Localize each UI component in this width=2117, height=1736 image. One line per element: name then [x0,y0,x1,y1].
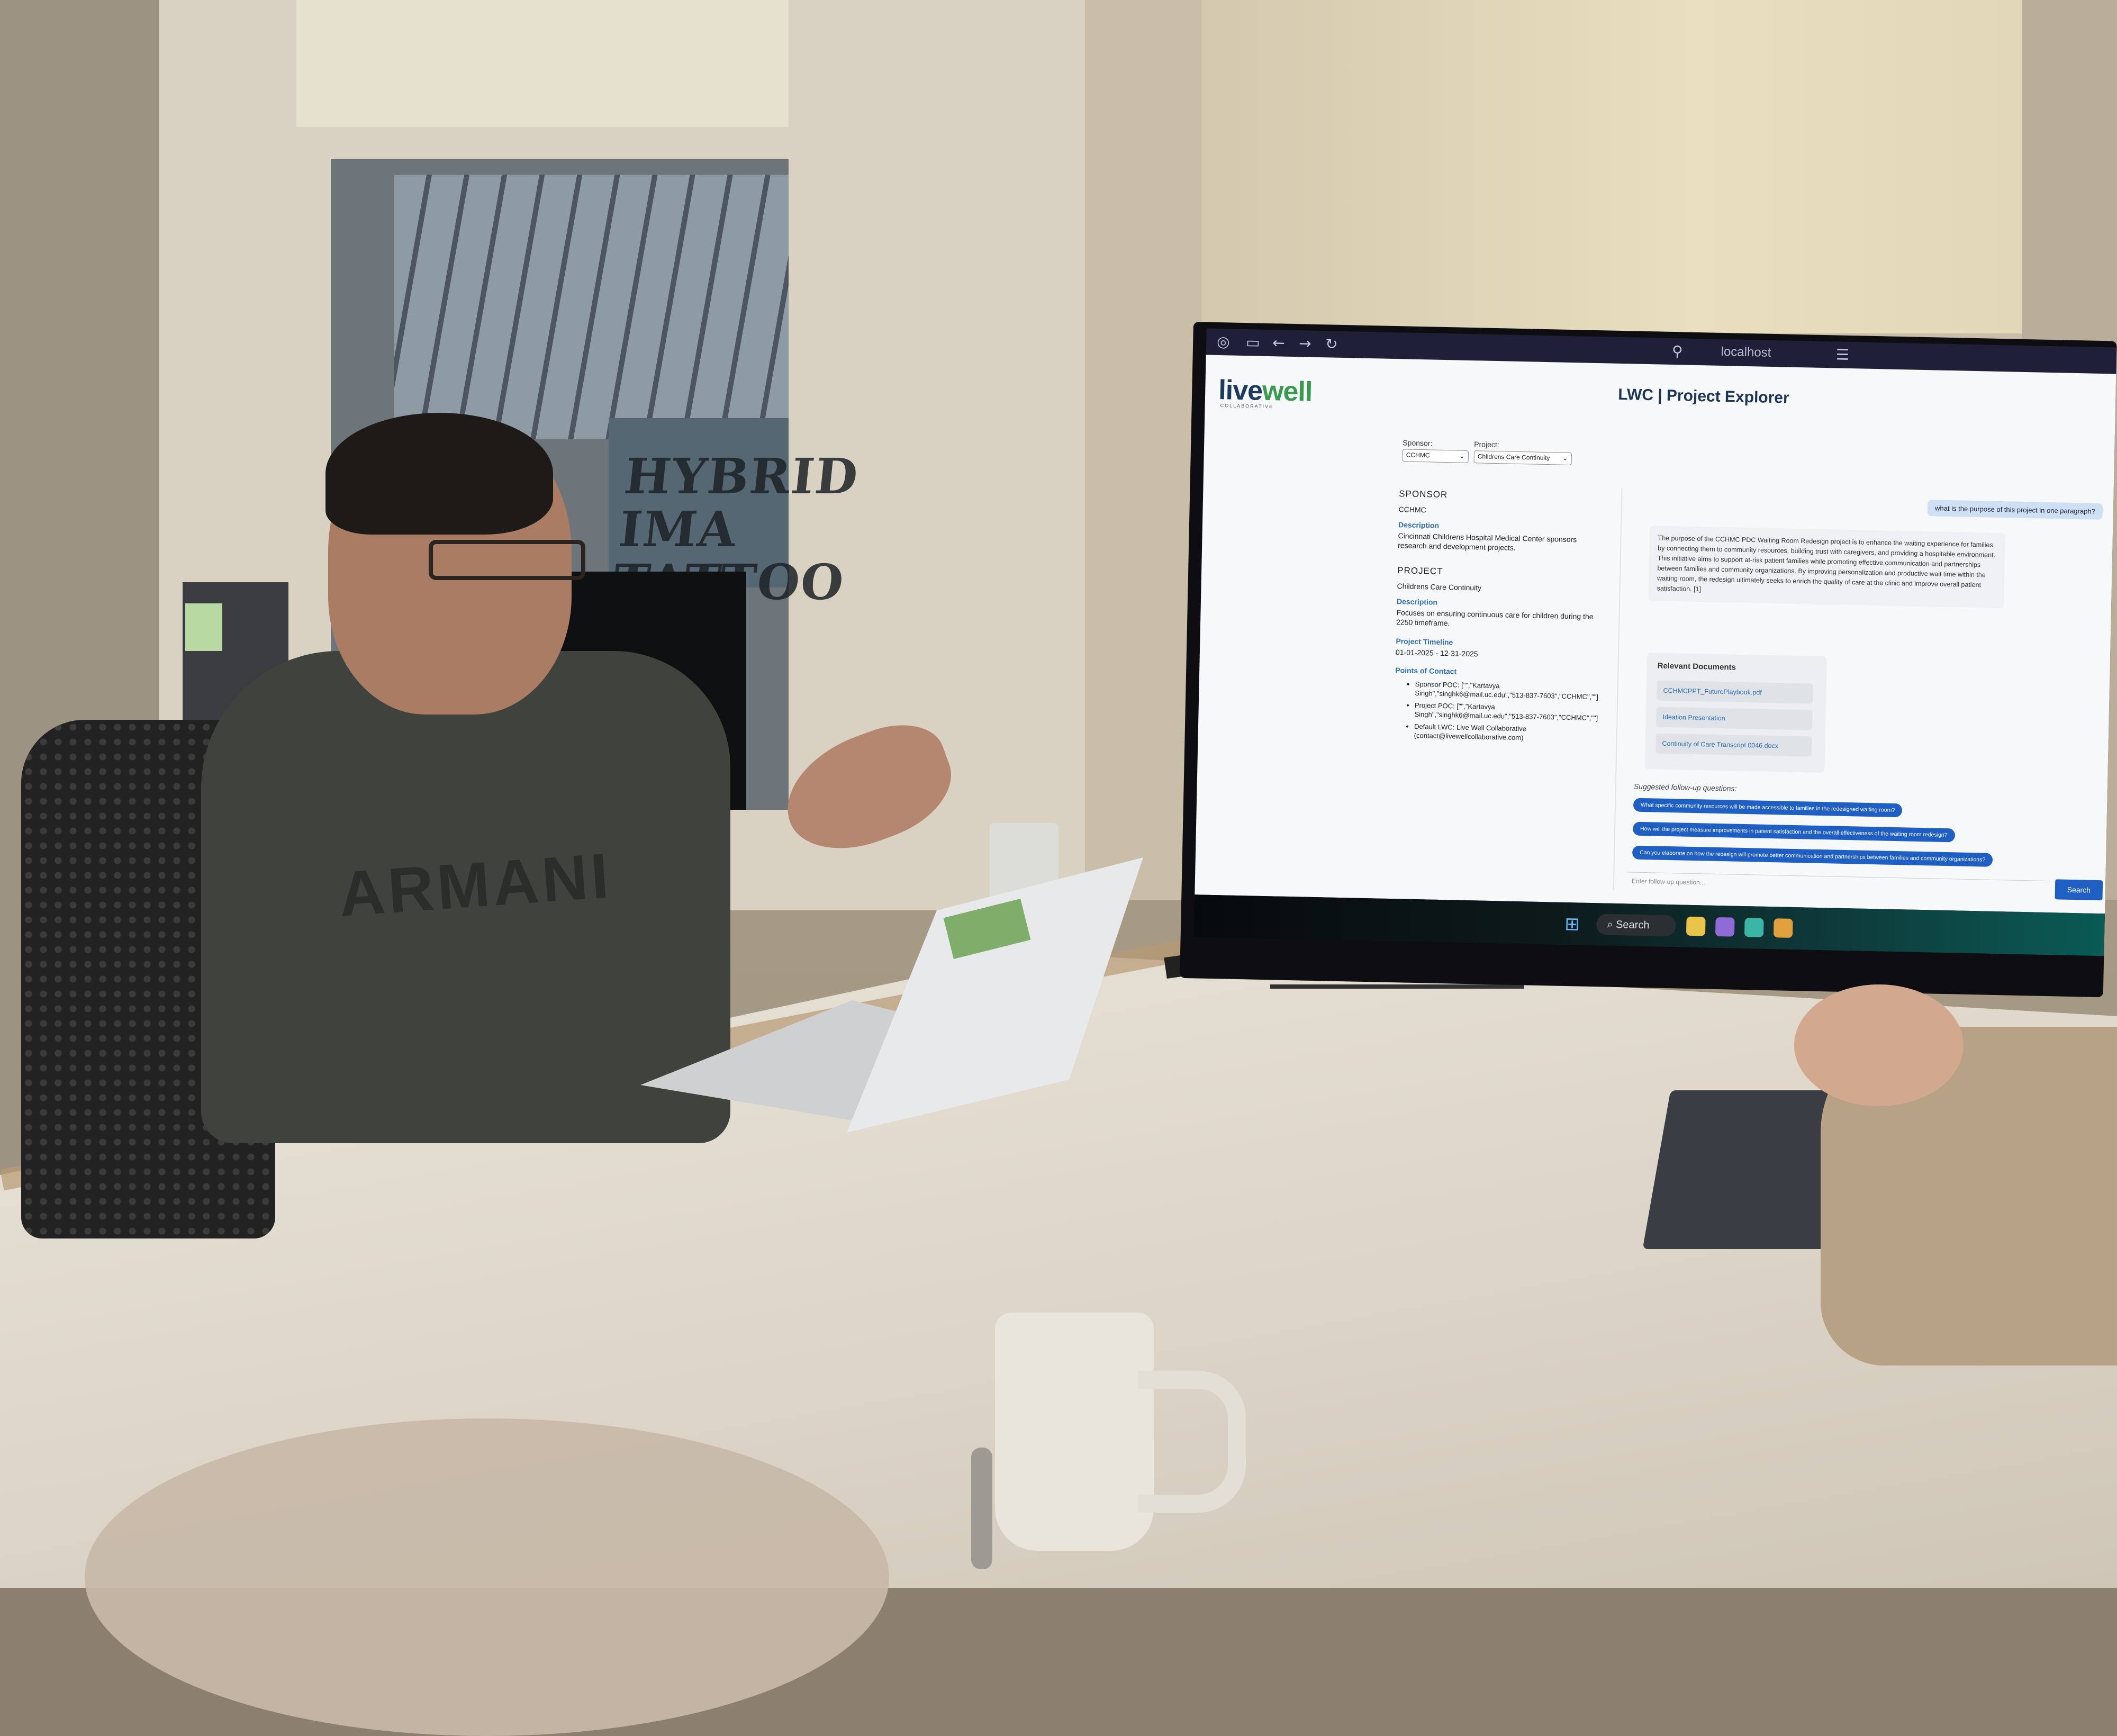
relevant-documents-title: Relevant Documents [1657,661,1736,672]
relevant-documents-box: Relevant Documents CCHMCPPT_FuturePlaybo… [1644,653,1828,773]
app-icon[interactable] [1744,918,1764,937]
document-link[interactable]: Ideation Presentation [1656,707,1813,730]
project-name: Childrens Care Continuity [1397,582,1482,592]
project-description: Focuses on ensuring continuous care for … [1396,608,1594,628]
app-icon[interactable] [1715,917,1735,937]
app-screen: livewell COLLABORATIVE LWC | Project Exp… [1195,355,2116,914]
assistant-message-bubble: The purpose of the CCHMC PDC Waiting Roo… [1648,526,2005,609]
project-label: Project: [1474,440,1499,449]
chevron-down-icon: ⌄ [1562,454,1568,462]
sponsor-description-label: Description [1398,520,1440,530]
followup-question-input[interactable]: Enter follow-up question... [1626,872,2050,898]
window-blind-left [296,0,789,127]
page-title: LWC | Project Explorer [1617,385,1790,407]
windows-start-icon[interactable]: ⊞ [1564,914,1583,935]
livewell-logo: livewell COLLABORATIVE [1218,371,1325,410]
coffee-mug [995,1313,1154,1551]
project-poc: Project POC: ["","Kartavya Singh","singh… [1414,701,1605,723]
sponsor-poc: Sponsor POC: ["","Kartavya Singh","singh… [1415,680,1606,702]
site-info-icon[interactable]: ⚲ [1672,342,1683,360]
outside-building [394,175,789,439]
foreground-head [85,1418,889,1736]
usb-pen [971,1448,992,1569]
project-timeline-label: Project Timeline [1396,637,1453,647]
chevron-down-icon: ⌄ [1459,451,1465,460]
right-person-clasped-hands [1794,984,1964,1106]
taskbar-search-label: Search [1615,918,1650,932]
default-lwc-contact: Default LWC: Live Well Collaborative (co… [1414,722,1605,744]
sponsor-select-value: CCHMC [1406,451,1430,459]
search-button[interactable]: Search [2055,879,2103,901]
sticky-note [185,603,222,651]
presenter-hair [325,413,553,535]
browser-tabs-icon[interactable]: ▭ [1246,333,1260,351]
browser-menu-icon[interactable]: ☰ [1836,346,1850,364]
chat-area: what is the purpose of this project in o… [1626,489,2114,901]
sponsor-select[interactable]: CCHMC ⌄ [1402,449,1469,463]
logo-word-live: live [1218,375,1263,406]
logo-subtitle: COLLABORATIVE [1220,403,1274,410]
logo-word-well: well [1262,375,1313,408]
taskbar-search[interactable]: ⌕ Search [1596,914,1676,937]
large-display-monitor: ◎ ▭ ← → ↻ ⚲ localhost ☰ livewell COLLABO… [1180,322,2117,998]
browser-profile-icon[interactable]: ◎ [1217,333,1230,351]
sponsor-heading: SPONSOR [1399,489,1448,500]
followup-title: Suggested follow-up questions: [1633,782,1737,793]
back-arrow-icon[interactable]: ← [1272,334,1285,351]
project-select[interactable]: Childrens Care Continuity ⌄ [1473,450,1572,466]
followup-question-button[interactable]: Can you elaborate on how the redesign wi… [1632,845,1993,867]
points-of-contact-label: Points of Contact [1395,666,1457,676]
document-link[interactable]: Continuity of Care Transcript 0046.docx [1655,733,1812,757]
app-icon[interactable] [1773,918,1793,938]
window-blind-right [1201,0,2022,333]
presenter-glasses [429,540,585,580]
project-timeline-value: 01-01-2025 - 12-31-2025 [1395,648,1478,658]
refresh-icon[interactable]: ↻ [1325,335,1338,352]
followup-question-button[interactable]: How will the project measure improvement… [1632,821,1955,843]
forward-arrow-icon[interactable]: → [1299,334,1311,352]
project-select-value: Childrens Care Continuity [1477,453,1550,462]
chrome-icon[interactable] [1686,916,1706,936]
monitor-cable [1270,984,1524,989]
sponsor-name: CCHMC [1398,505,1426,514]
project-info-panel: SPONSOR CCHMC Description Cincinnati Chi… [1390,483,1623,890]
search-icon: ⌕ [1607,918,1616,930]
project-description-label: Description [1396,597,1438,607]
sponsor-label: Sponsor: [1403,438,1433,448]
sponsor-description: Cincinnati Childrens Hospital Medical Ce… [1398,531,1577,552]
project-heading: PROJECT [1397,565,1443,576]
followup-question-button[interactable]: What specific community resources will b… [1633,798,1903,818]
document-link[interactable]: CCHMCPPT_FuturePlaybook.pdf [1657,680,1813,704]
contacts-list: Sponsor POC: ["","Kartavya Singh","singh… [1405,680,1606,744]
browser-address[interactable]: localhost [1693,344,1799,361]
mug-handle [1138,1371,1246,1513]
user-message-bubble: what is the purpose of this project in o… [1927,500,2103,520]
